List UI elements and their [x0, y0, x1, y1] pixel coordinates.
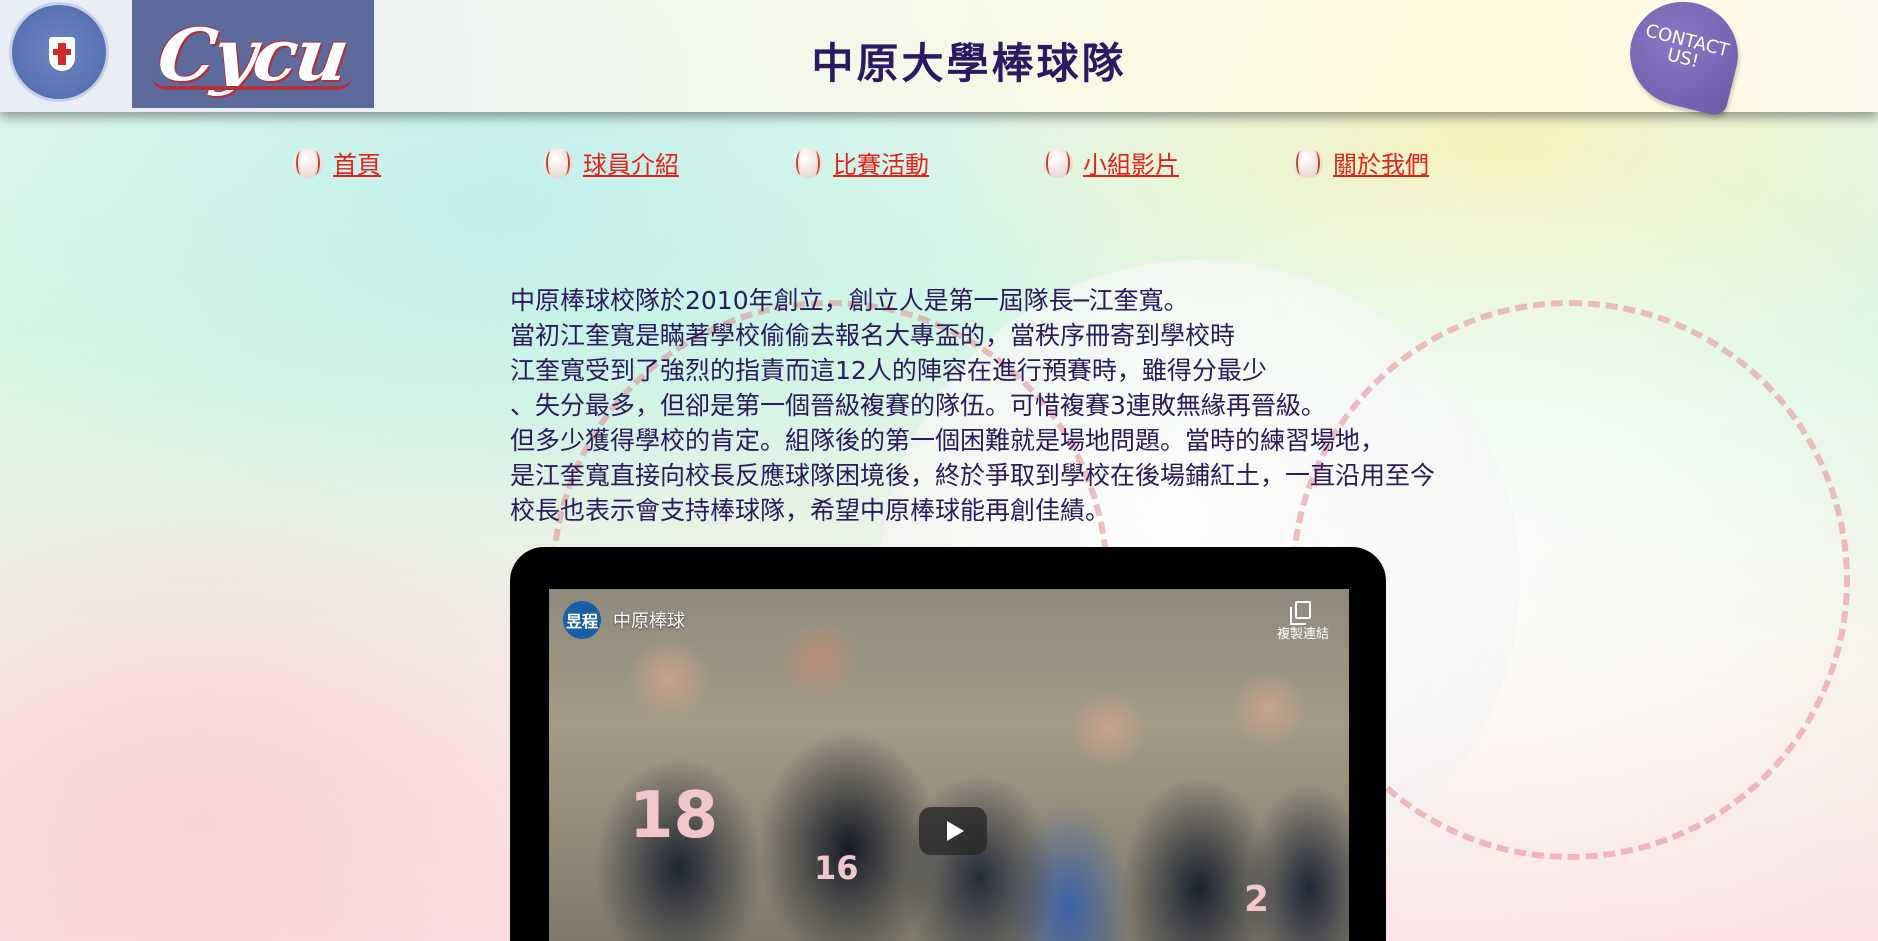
baseball-icon: [793, 147, 823, 178]
nav-item-about[interactable]: 關於我們: [1293, 145, 1429, 180]
play-icon: [946, 821, 964, 841]
contact-us-button[interactable]: CONTACT US!: [1619, 0, 1749, 118]
baseball-icon: [293, 147, 323, 178]
nav-item-players[interactable]: 球員介紹: [543, 145, 679, 180]
video-frame: 18 16 2 昱程 中原棒球 複製連結: [510, 547, 1386, 941]
copy-link-button[interactable]: 複製連結: [1277, 601, 1329, 642]
nav-item-videos[interactable]: 小組影片: [1043, 145, 1179, 180]
history-line: 中原棒球校隊於2010年創立，創立人是第一屆隊長─江奎寬。: [510, 286, 1189, 315]
video-title[interactable]: 中原棒球: [613, 607, 685, 633]
history-line: 是江奎寬直接向校長反應球隊困境後，終於爭取到學校在後場鋪紅土，一直沿用至今: [510, 461, 1436, 490]
history-line: 但多少獲得學校的肯定。組隊後的第一個困難就是場地問題。當時的練習場地，: [510, 426, 1386, 455]
nav-item-games[interactable]: 比賽活動: [793, 145, 929, 180]
site-title: 中原大學棒球隊: [811, 39, 1127, 88]
nav-label[interactable]: 關於我們: [1333, 145, 1429, 180]
nav-item-home[interactable]: 首頁: [293, 145, 381, 180]
nav-label[interactable]: 球員介紹: [583, 145, 679, 180]
jersey-number: 18: [629, 779, 719, 853]
play-button[interactable]: [919, 807, 987, 855]
history-line: 、失分最多，但卻是第一個晉級複賽的隊伍。可惜複賽3連敗無緣再晉級。: [510, 391, 1326, 420]
baseball-icon: [1043, 147, 1073, 178]
copy-link-label: 複製連結: [1276, 627, 1329, 642]
main-navigation: 首頁 球員介紹 比賽活動 小組影片 關於我們: [0, 145, 1878, 185]
jersey-number: 16: [814, 849, 859, 887]
nav-label[interactable]: 首頁: [333, 145, 381, 180]
team-history-text: 中原棒球校隊於2010年創立，創立人是第一屆隊長─江奎寬。 當初江奎寬是瞞著學校…: [510, 283, 1510, 528]
site-header: Cycu 中原大學棒球隊 CONTACT US!: [0, 0, 1878, 118]
video-channel-info[interactable]: 昱程 中原棒球: [563, 601, 685, 639]
history-line: 江奎寬受到了強烈的指責而這12人的陣容在進行預賽時，雖得分最少: [510, 356, 1267, 385]
history-line: 當初江奎寬是瞞著學校偷偷去報名大專盃的，當秩序冊寄到學校時: [510, 321, 1236, 350]
channel-avatar[interactable]: 昱程: [563, 601, 601, 639]
copy-icon: [1289, 601, 1311, 625]
nav-label[interactable]: 小組影片: [1083, 145, 1179, 180]
embedded-video-player[interactable]: 18 16 2 昱程 中原棒球 複製連結: [549, 589, 1349, 941]
baseball-icon: [543, 147, 573, 178]
nav-label[interactable]: 比賽活動: [833, 145, 929, 180]
jersey-number: 2: [1244, 879, 1270, 920]
history-line: 校長也表示會支持棒球隊，希望中原棒球能再創佳績。: [510, 496, 1111, 525]
baseball-icon: [1293, 147, 1323, 178]
